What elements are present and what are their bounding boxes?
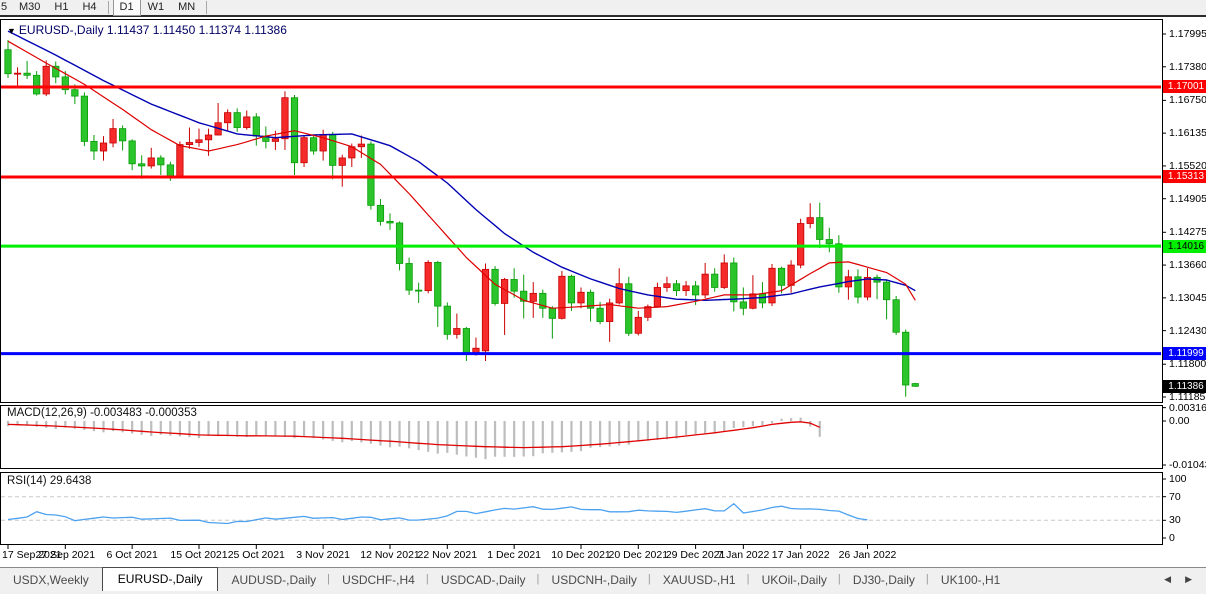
toolbar-separator [108, 1, 109, 14]
date-tick-label: 22 Nov 2021 [418, 549, 478, 561]
tab-audusd-daily[interactable]: AUDUSD-,Daily [218, 569, 329, 591]
tab-usdcad-daily[interactable]: USDCAD-,Daily [428, 569, 539, 591]
main-chart-panel[interactable] [0, 19, 1163, 403]
rsi-tick-label: 100 [1169, 473, 1187, 485]
price-tick-label: 1.17380 [1169, 61, 1206, 73]
chart-title: ▼EURUSD-,Daily 1.11437 1.11450 1.11374 1… [7, 23, 287, 37]
date-tick-label: 15 Oct 2021 [170, 549, 227, 561]
chart-title-text: EURUSD-,Daily 1.11437 1.11450 1.11374 1.… [19, 23, 287, 37]
rsi-tick-label: 0 [1169, 532, 1175, 544]
current-price-badge: 1.11386 [1163, 380, 1206, 393]
tab-eurusd-daily[interactable]: EURUSD-,Daily [102, 567, 219, 591]
tab-scroll-left-icon[interactable]: ◀ [1164, 574, 1171, 585]
timeframe-toolbar: 5M30H1H4 D1W1MN [0, 0, 1206, 17]
price-tick-label: 1.16750 [1169, 94, 1206, 106]
date-tick-label: 3 Nov 2021 [296, 549, 350, 561]
date-tick-label: 27 Sep 2021 [36, 549, 96, 561]
timeframe-button-d1[interactable]: D1 [113, 0, 141, 16]
price-tick-label: 1.14275 [1169, 226, 1206, 238]
symbol-dropdown-icon[interactable]: ▼ [7, 26, 16, 36]
timeframe-button-h4[interactable]: H4 [75, 0, 103, 16]
price-tick-label: 1.17995 [1169, 28, 1206, 40]
price-level-badge-1.11999: 1.11999 [1163, 347, 1206, 360]
rsi-tick-label: 70 [1169, 491, 1181, 503]
price-tick-label: 1.12430 [1169, 325, 1206, 337]
tab-xauusd-h1[interactable]: XAUUSD-,H1 [650, 569, 749, 591]
timeframe-button-h1[interactable]: H1 [47, 0, 75, 16]
price-tick-label: 1.13045 [1169, 292, 1206, 304]
tab-ukoil-daily[interactable]: UKOil-,Daily [749, 569, 840, 591]
rsi-tick-label: 30 [1169, 514, 1181, 526]
timeframe-button-m30[interactable]: M30 [12, 0, 47, 16]
date-tick-label: 25 Oct 2021 [228, 549, 285, 561]
tab-dj30-daily[interactable]: DJ30-,Daily [840, 569, 928, 591]
date-tick-label: 1 Dec 2021 [487, 549, 541, 561]
price-level-badge-1.14016: 1.14016 [1163, 240, 1206, 253]
tab-scroll-right-icon[interactable]: ▶ [1185, 574, 1192, 585]
toolbar-separator [206, 1, 207, 14]
price-level-badge-1.15313: 1.15313 [1163, 170, 1206, 183]
price-level-badge-1.17001: 1.17001 [1163, 80, 1206, 93]
tab-usdx-weekly[interactable]: USDX,Weekly [0, 569, 102, 591]
tab-scroll-arrows: ◀▶ [1164, 568, 1206, 591]
price-tick-label: 1.13660 [1169, 259, 1206, 271]
macd-tick-label: 0.003165 [1169, 402, 1206, 414]
date-tick-label: 20 Dec 2021 [609, 549, 669, 561]
date-tick-label: 6 Oct 2021 [106, 549, 157, 561]
price-tick-label: 1.14905 [1169, 193, 1206, 205]
date-tick-label: 26 Jan 2022 [839, 549, 897, 561]
timeframe-button-5[interactable]: 5 [0, 0, 12, 16]
rsi-panel[interactable] [0, 472, 1163, 545]
timeframe-button-w1[interactable]: W1 [141, 0, 172, 16]
date-tick-label: 12 Nov 2021 [360, 549, 420, 561]
macd-tick-label: 0.00 [1169, 415, 1189, 427]
tab-uk100-h1[interactable]: UK100-,H1 [928, 569, 1013, 591]
price-tick-label: 1.16135 [1169, 127, 1206, 139]
date-tick-label: 7 Jan 2022 [717, 549, 769, 561]
macd-indicator-label: MACD(12,26,9) -0.003483 -0.000353 [7, 407, 197, 419]
symbol-tab-bar: USDX,WeeklyEURUSD-,DailyAUDUSD-,DailyUSD… [0, 567, 1206, 591]
tab-usdcnh-daily[interactable]: USDCNH-,Daily [539, 569, 650, 591]
timeframe-button-mn[interactable]: MN [171, 0, 202, 16]
macd-tick-label: -0.01043 [1169, 459, 1206, 471]
date-tick-label: 10 Dec 2021 [551, 549, 611, 561]
rsi-indicator-label: RSI(14) 29.6438 [7, 475, 91, 487]
date-tick-label: 17 Jan 2022 [772, 549, 830, 561]
tab-usdchf-h4[interactable]: USDCHF-,H4 [329, 569, 428, 591]
